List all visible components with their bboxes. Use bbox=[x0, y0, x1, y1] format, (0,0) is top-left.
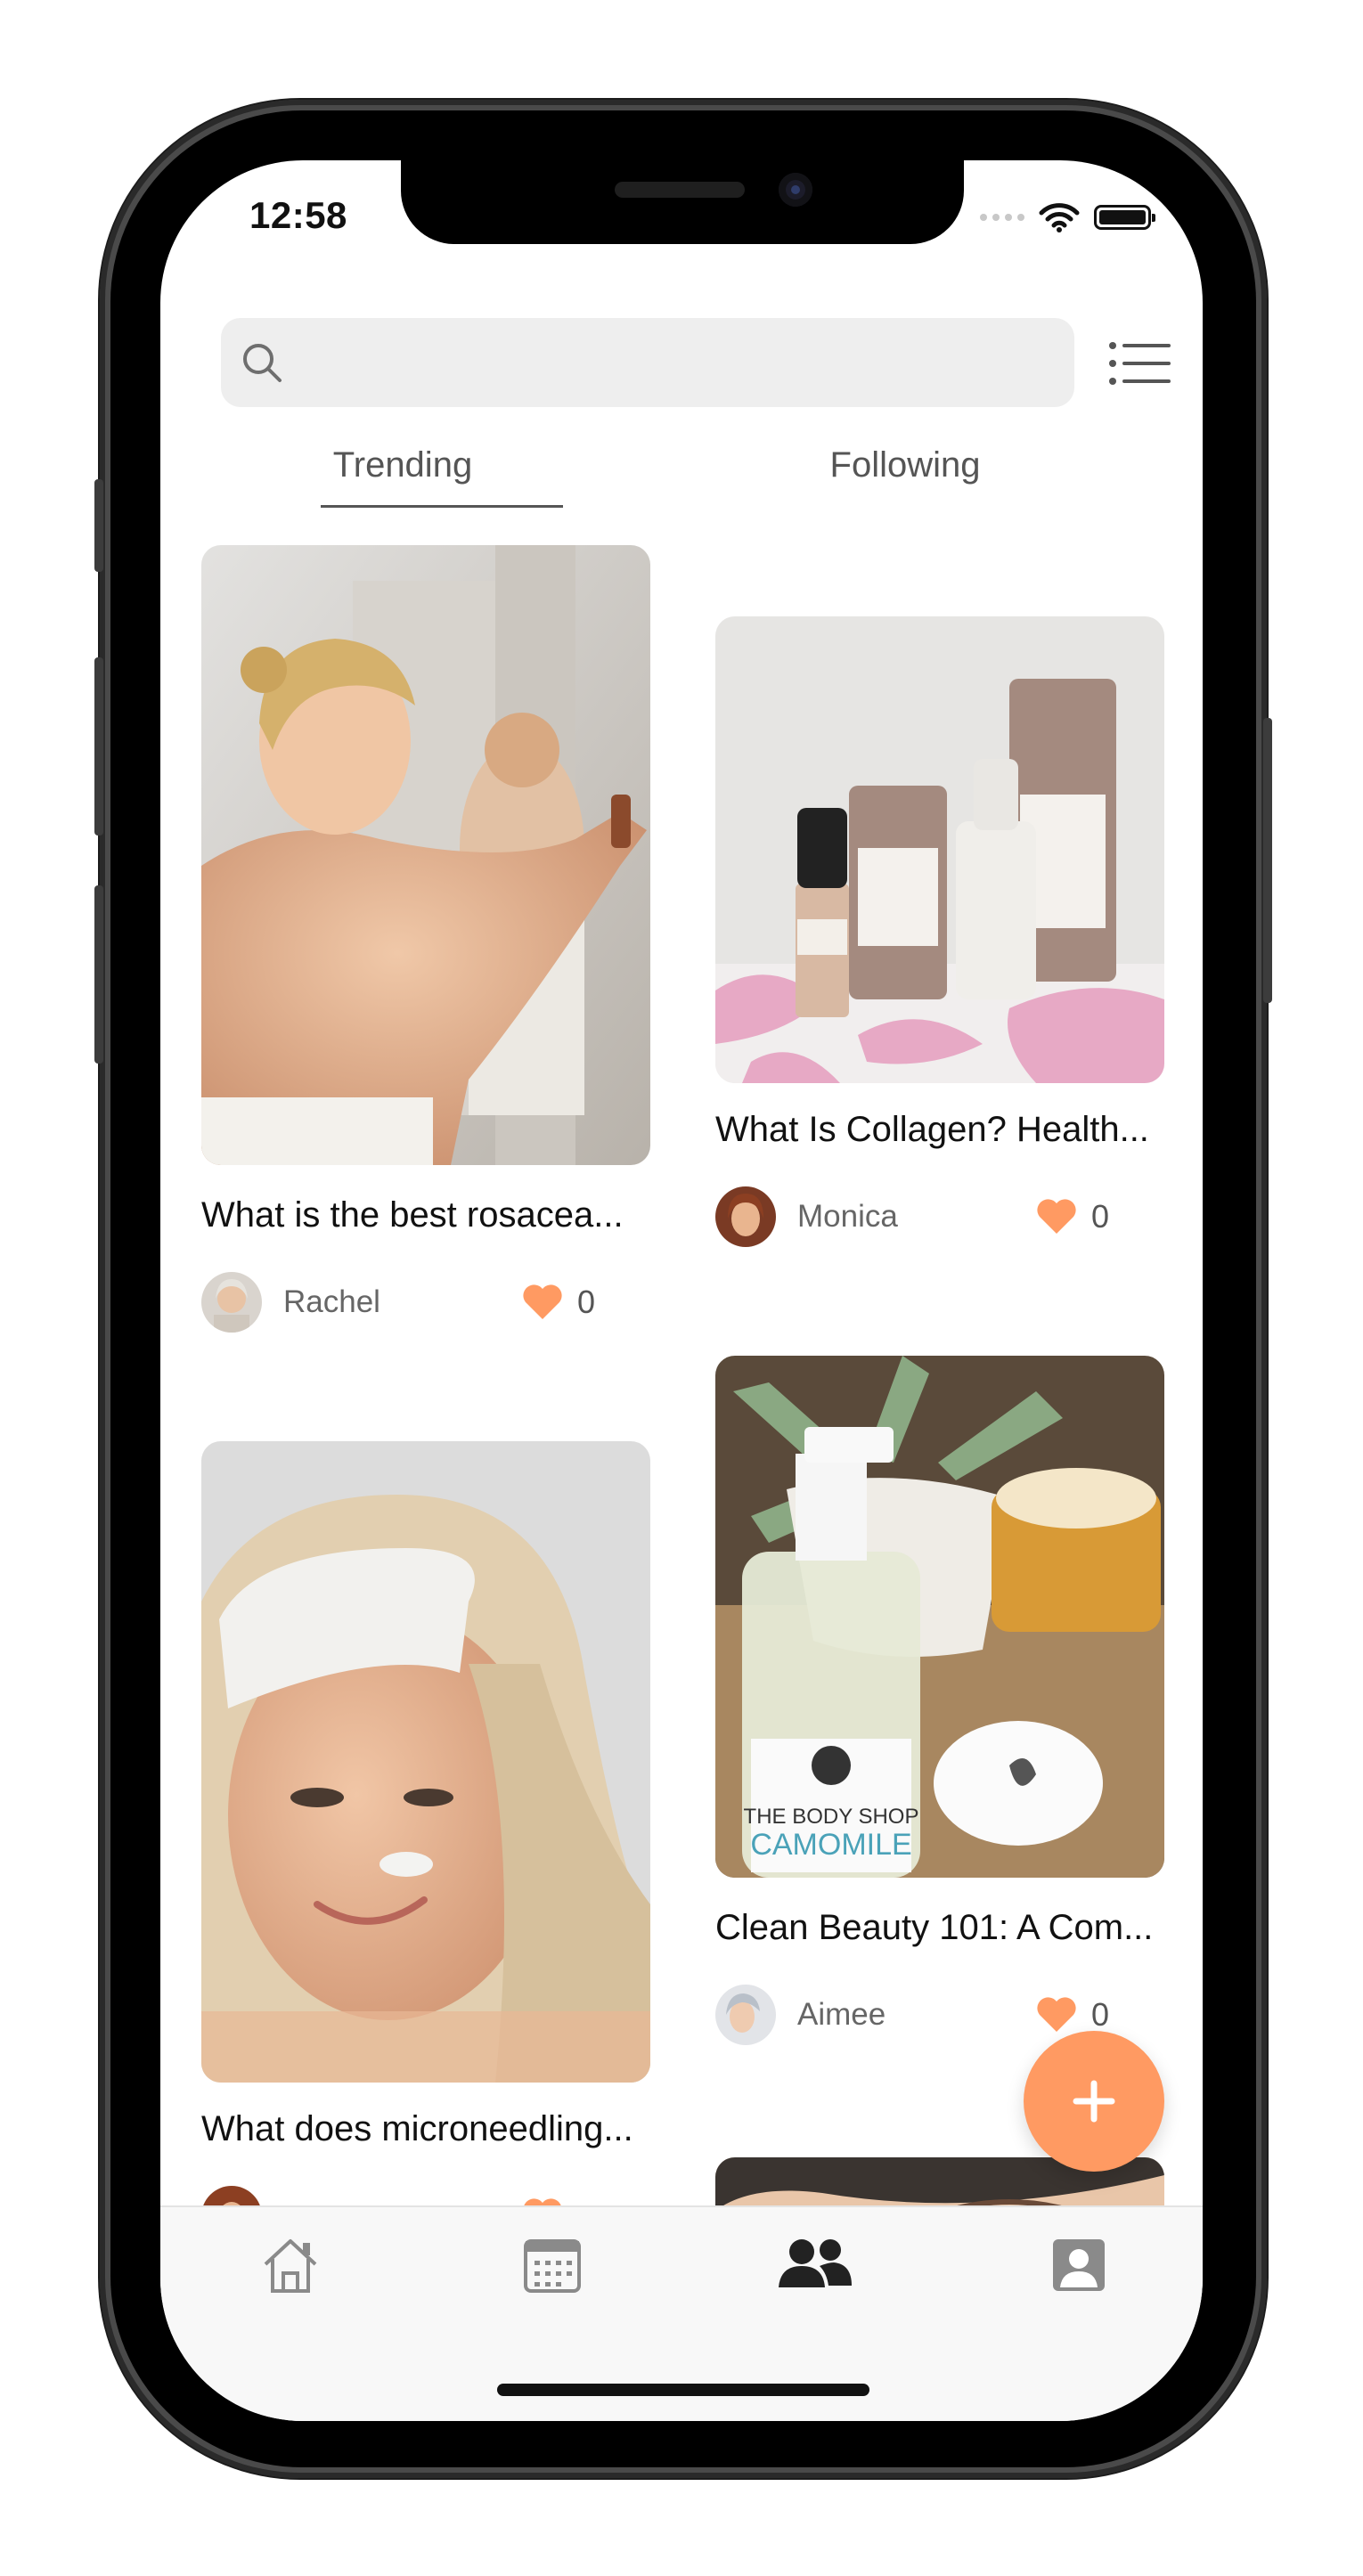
post-title[interactable]: What Is Collagen? Health... bbox=[715, 1110, 1149, 1150]
status-indicators bbox=[980, 200, 1155, 235]
add-post-button[interactable] bbox=[1024, 2031, 1164, 2172]
community-icon[interactable] bbox=[777, 2234, 853, 2296]
avatar[interactable] bbox=[201, 1272, 262, 1333]
home-icon[interactable] bbox=[258, 2234, 322, 2296]
volume-down-button bbox=[94, 885, 103, 1064]
calendar-icon[interactable] bbox=[520, 2234, 584, 2296]
volume-up-button bbox=[94, 657, 103, 836]
post-image-rosacea[interactable] bbox=[201, 545, 650, 1165]
post-image-collagen[interactable] bbox=[715, 616, 1164, 1083]
wifi-icon bbox=[1039, 203, 1080, 232]
battery-icon bbox=[1094, 205, 1155, 230]
post-title[interactable]: What does microneedling... bbox=[201, 2109, 633, 2149]
notch bbox=[401, 160, 964, 244]
list-menu-icon[interactable] bbox=[1108, 340, 1171, 387]
svg-text:CAMOMILE: CAMOMILE bbox=[750, 1828, 911, 1862]
cellular-signal-icon bbox=[980, 214, 1024, 221]
speaker-grille bbox=[615, 182, 745, 198]
post-author-row: Rachel 0 bbox=[201, 1272, 595, 1333]
plus-icon bbox=[1073, 2080, 1115, 2123]
profile-icon[interactable] bbox=[1048, 2234, 1112, 2296]
app-screen: 12:58 Trending Following What is the bes… bbox=[160, 160, 1203, 2421]
power-button bbox=[1263, 718, 1272, 1003]
post-title[interactable]: Clean Beauty 101: A Com... bbox=[715, 1908, 1153, 1948]
author-name: Monica bbox=[797, 1199, 898, 1234]
tab-trending[interactable]: Trending bbox=[282, 445, 524, 485]
post-author-row: Aimee 0 bbox=[715, 1985, 1109, 2045]
heart-icon[interactable] bbox=[1036, 1198, 1077, 1235]
active-tab-indicator bbox=[321, 505, 563, 508]
front-camera bbox=[779, 173, 812, 207]
mute-switch bbox=[94, 479, 103, 572]
post-author-row: Monica 0 bbox=[715, 1186, 1109, 1247]
home-indicator[interactable] bbox=[497, 2384, 869, 2396]
post-image-microneedling[interactable] bbox=[201, 1441, 650, 2083]
like-count: 0 bbox=[1091, 1198, 1110, 1235]
status-time: 12:58 bbox=[249, 194, 347, 236]
avatar[interactable] bbox=[715, 1985, 776, 2045]
search-icon bbox=[243, 344, 282, 382]
author-name: Rachel bbox=[283, 1284, 380, 1319]
heart-icon[interactable] bbox=[1036, 1996, 1077, 2034]
search-input[interactable] bbox=[221, 318, 1074, 407]
heart-icon[interactable] bbox=[522, 1284, 563, 1321]
author-name: Aimee bbox=[797, 1997, 886, 2032]
like-count: 0 bbox=[1091, 1996, 1110, 2033]
avatar[interactable] bbox=[715, 1186, 776, 1247]
svg-text:THE BODY SHOP: THE BODY SHOP bbox=[744, 1805, 919, 1829]
tab-following[interactable]: Following bbox=[775, 445, 1035, 485]
like-count: 0 bbox=[577, 1284, 596, 1320]
post-image-clean-beauty[interactable]: THE BODY SHOP CAMOMILE bbox=[715, 1356, 1164, 1878]
post-title[interactable]: What is the best rosacea... bbox=[201, 1195, 624, 1235]
